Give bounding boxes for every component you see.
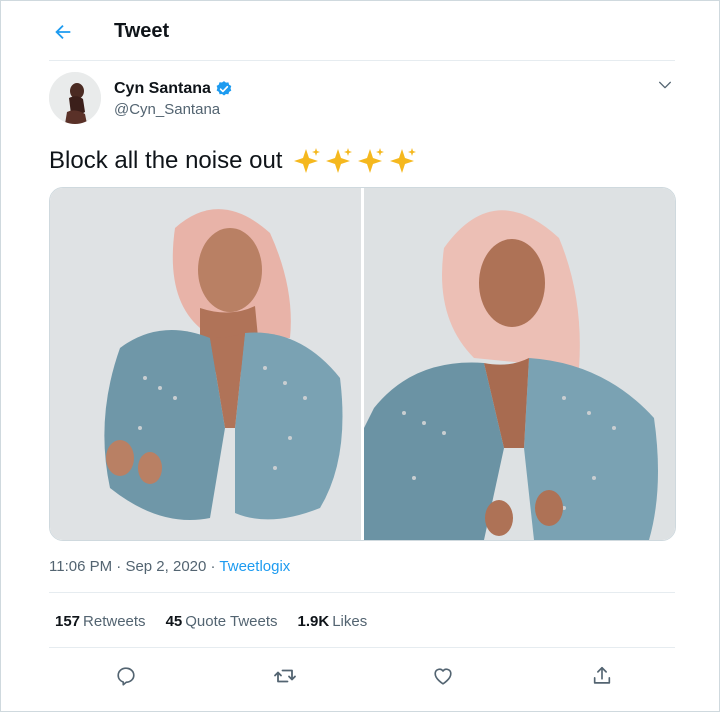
tweet-media — [49, 187, 676, 541]
quote-tweets-stat[interactable]: 45 Quote Tweets — [166, 612, 278, 632]
sparkles-icon — [326, 148, 353, 173]
sparkles-icon — [294, 148, 321, 173]
retweets-stat[interactable]: 157 Retweets — [55, 612, 146, 632]
quote-tweets-count: 45 — [165, 613, 183, 630]
page-title: Tweet — [114, 20, 170, 42]
likes-count: 1.9K — [297, 613, 330, 630]
heart-icon — [434, 668, 452, 685]
likes-stat[interactable]: 1.9K Likes — [298, 612, 368, 632]
retweet-button[interactable] — [268, 661, 302, 691]
stats-divider-bottom — [49, 647, 675, 648]
more-options-button[interactable] — [653, 73, 677, 97]
media-photo-1[interactable] — [50, 188, 361, 540]
tweet-date[interactable]: Sep 2, 2020 — [125, 558, 206, 575]
photo-left-image — [50, 188, 361, 540]
share-icon — [593, 666, 611, 684]
header-divider — [49, 60, 675, 61]
stats-divider-top — [49, 592, 675, 593]
tweet-source-link[interactable]: Tweetlogix — [219, 558, 290, 575]
sparkles-icon — [358, 148, 385, 173]
author-handle[interactable]: @Cyn_Santana — [114, 100, 220, 120]
tweet-text: Block all the noise out — [49, 145, 418, 177]
reply-button[interactable] — [109, 661, 143, 691]
sparkles-emoji — [292, 146, 418, 176]
likes-label: Likes — [332, 613, 368, 630]
tweet-body: Block all the noise out — [49, 147, 283, 174]
quote-tweets-label: Quote Tweets — [185, 613, 278, 630]
author-name-row[interactable]: Cyn Santana — [114, 79, 233, 99]
tweet-stats: 157 Retweets 45 Quote Tweets 1.9K Likes — [55, 612, 367, 632]
sparkles-icon — [390, 148, 417, 173]
back-button[interactable] — [45, 14, 81, 50]
tweet-window: Tweet Cyn Santana @Cyn_Santana Block all… — [0, 0, 720, 712]
retweets-count: 157 — [55, 613, 81, 630]
retweet-icon — [273, 669, 296, 683]
tweet-timestamp: 11:06 PM · Sep 2, 2020 · Tweetlogix — [49, 557, 290, 577]
share-button[interactable] — [585, 661, 619, 691]
retweets-label: Retweets — [83, 613, 146, 630]
verified-badge-icon — [216, 81, 232, 96]
media-photo-2[interactable] — [364, 188, 675, 540]
like-button[interactable] — [426, 661, 460, 691]
author-name[interactable]: Cyn Santana — [114, 79, 211, 99]
header: Tweet — [1, 1, 719, 61]
avatar-image — [49, 72, 101, 124]
chevron-down-icon — [659, 81, 671, 89]
reply-icon — [117, 667, 135, 686]
avatar[interactable] — [49, 72, 101, 124]
back-arrow-icon — [55, 24, 71, 40]
photo-right-image — [364, 188, 675, 540]
tweet-time[interactable]: 11:06 PM — [49, 558, 112, 575]
tweet-actions — [109, 661, 619, 691]
